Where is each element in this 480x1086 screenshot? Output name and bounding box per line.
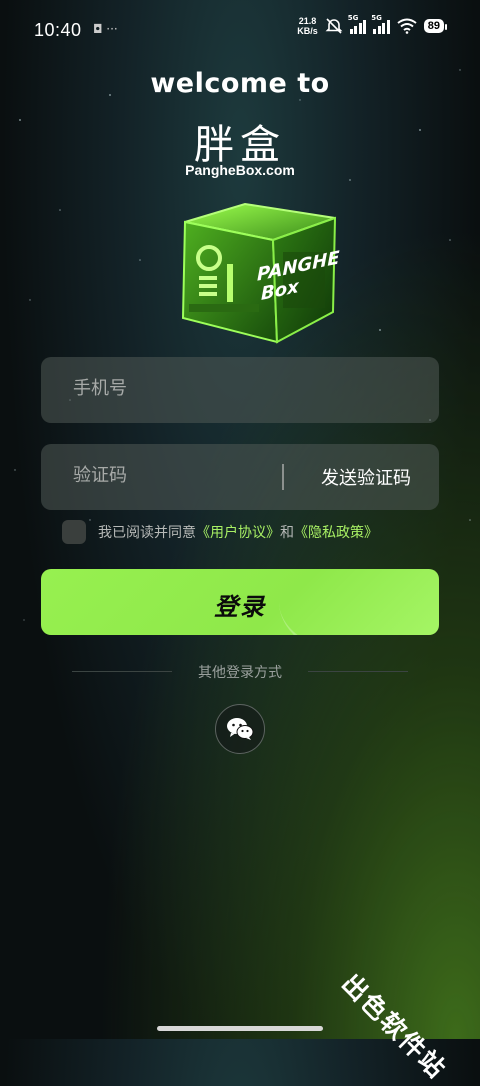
home-indicator[interactable] — [157, 1026, 323, 1031]
welcome-heading: welcome to — [150, 68, 330, 99]
phone-field[interactable] — [41, 357, 439, 423]
other-login-label: 其他登录方式 — [198, 665, 282, 681]
notification-icons: ◘ ··· — [93, 22, 118, 36]
status-bar: 10:40 ◘ ··· 21.8 KB/s 5G 5G 89 — [0, 0, 480, 58]
privacy-policy-link[interactable]: 《隐私政策》 — [294, 525, 378, 541]
login-button-label: 登录 — [214, 593, 266, 621]
panghe-box-cube-image: PANGHE Box — [165, 192, 345, 352]
agreement-row: 我已阅读并同意《用户协议》和《隐私政策》 — [62, 520, 378, 544]
divider-line-right — [308, 671, 408, 672]
network-speed-unit: KB/s — [297, 26, 318, 36]
agreement-checkbox[interactable] — [62, 520, 86, 544]
wechat-icon — [227, 718, 254, 740]
battery-indicator: 89 — [423, 19, 448, 33]
status-right-icons: 21.8 KB/s 5G 5G 89 — [297, 14, 448, 36]
user-agreement-link[interactable]: 《用户协议》 — [196, 525, 280, 541]
signal-sim2-icon: 5G — [371, 14, 390, 34]
verification-code-input[interactable] — [71, 464, 295, 487]
agreement-text: 我已阅读并同意《用户协议》和《隐私政策》 — [98, 522, 378, 542]
field-divider — [282, 464, 284, 490]
network-speed: 21.8 KB/s — [297, 16, 318, 36]
agreement-and: 和 — [280, 525, 294, 541]
wifi-icon — [397, 18, 417, 34]
sim2-tag: 5G — [371, 14, 382, 22]
mute-icon — [325, 18, 343, 34]
phone-input[interactable] — [71, 377, 295, 400]
sim1-tag: 5G — [347, 14, 359, 22]
signal-sim1-icon: 5G — [348, 14, 367, 34]
verification-code-field[interactable]: 发送验证码 — [41, 444, 439, 510]
network-speed-value: 21.8 — [298, 16, 317, 26]
other-login-divider: 其他登录方式 — [0, 660, 480, 684]
send-code-button[interactable]: 发送验证码 — [321, 464, 411, 490]
brand-url: PangheBox.com — [185, 162, 295, 178]
wechat-login-button[interactable] — [215, 704, 265, 754]
status-time: 10:40 — [34, 20, 82, 40]
agreement-prefix: 我已阅读并同意 — [98, 525, 196, 541]
watermark-text: 出色软件站 — [335, 968, 452, 1085]
login-button[interactable]: 登录 — [41, 569, 439, 635]
